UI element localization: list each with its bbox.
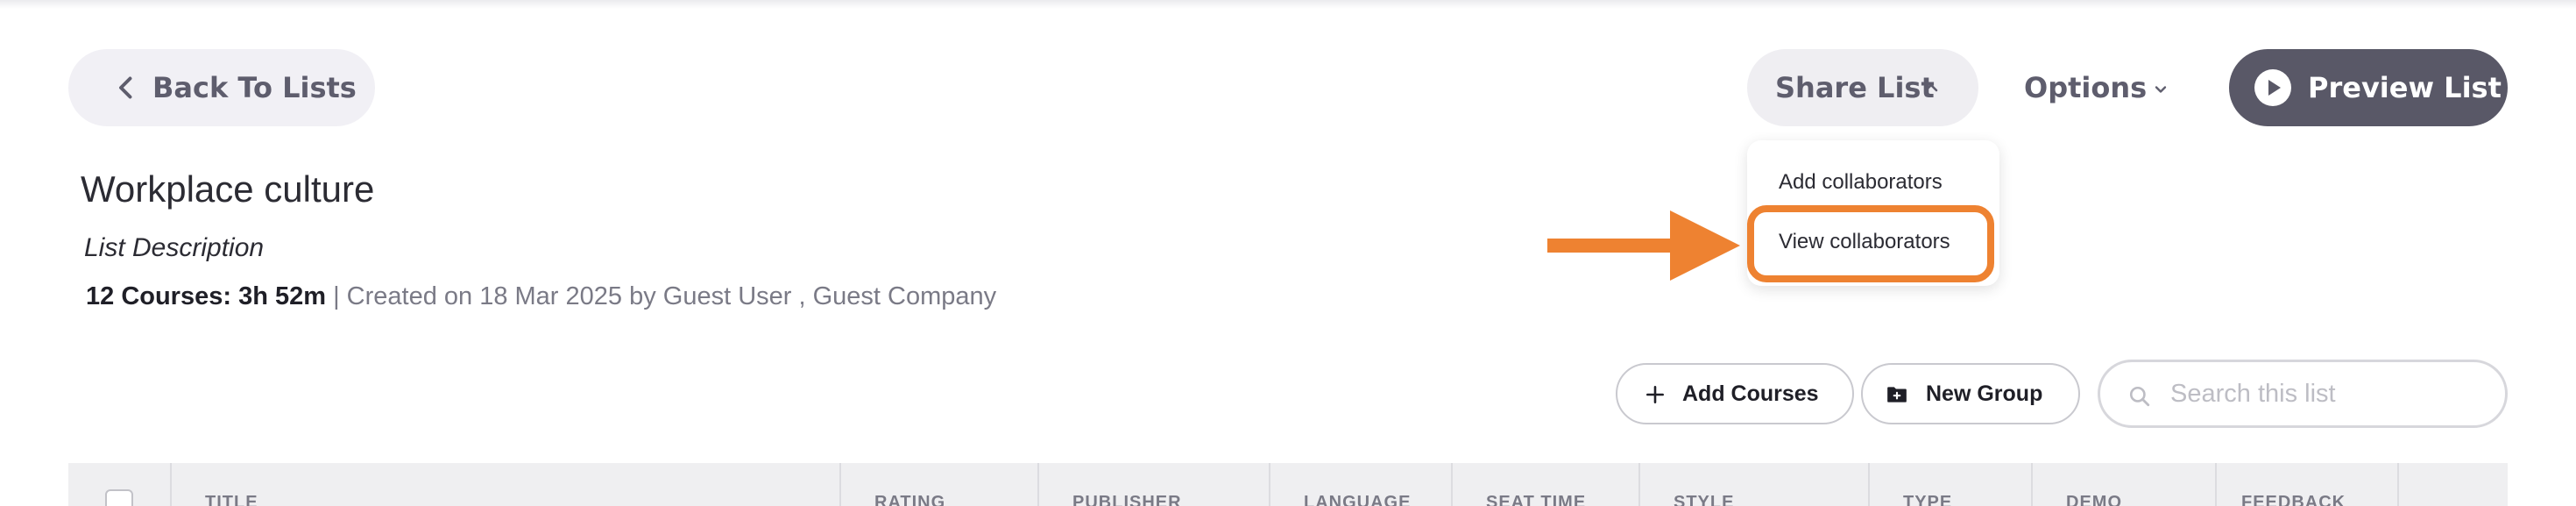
column-separator [1269, 463, 1270, 506]
column-separator [1037, 463, 1039, 506]
preview-list-button[interactable]: Preview List [2229, 49, 2508, 126]
select-all-checkbox[interactable] [105, 489, 133, 506]
options-label: Options [2024, 71, 2148, 104]
search-icon [2129, 386, 2150, 407]
play-icon [2254, 69, 2291, 106]
new-group-button[interactable]: New Group [1861, 363, 2080, 424]
column-separator [1451, 463, 1453, 506]
column-header-language[interactable]: LANGUAGE [1304, 493, 1411, 506]
list-summary: 12 Courses: 3h 52m [86, 282, 327, 310]
list-description: List Description [84, 233, 265, 262]
chevron-left-icon [119, 76, 132, 99]
column-header-style[interactable]: STYLE [1674, 493, 1734, 506]
top-shadow [0, 0, 2576, 9]
column-header-type[interactable]: TYPE [1903, 493, 1952, 506]
column-header-demo[interactable]: DEMO [2066, 493, 2122, 506]
table-header: TITLE RATING PUBLISHER LANGUAGE SEAT TIM… [68, 463, 2508, 506]
column-separator [2397, 463, 2399, 506]
share-list-label: Share List [1775, 71, 1935, 104]
chevron-down-icon [2155, 86, 2167, 93]
column-header-publisher[interactable]: PUBLISHER [1072, 493, 1182, 506]
column-separator [2031, 463, 2033, 506]
menu-item-view-collaborators[interactable]: View collaborators [1779, 230, 1950, 254]
column-separator [839, 463, 841, 506]
menu-item-add-collaborators[interactable]: Add collaborators [1779, 170, 1943, 195]
share-list-button[interactable]: Share List [1747, 49, 1978, 126]
column-header-title[interactable]: TITLE [205, 493, 258, 506]
folder-plus-icon [1887, 387, 1907, 403]
add-courses-label: Add Courses [1682, 381, 1819, 406]
arrow-right-icon [1547, 210, 1740, 281]
column-separator [2215, 463, 2217, 506]
back-to-lists-button[interactable]: Back To Lists [68, 49, 375, 126]
column-header-feedback[interactable]: FEEDBACK [2241, 493, 2346, 506]
options-button[interactable]: Options [2006, 49, 2182, 126]
new-group-label: New Group [1926, 381, 2043, 406]
list-created: | Created on 18 Mar 2025 by Guest User ,… [326, 282, 997, 310]
search-box[interactable] [2098, 360, 2508, 428]
column-separator [1868, 463, 1870, 506]
back-to-lists-label: Back To Lists [152, 71, 357, 104]
preview-list-label: Preview List [2308, 71, 2502, 104]
column-header-seat-time[interactable]: SEAT TIME [1486, 493, 1586, 506]
column-separator [1638, 463, 1640, 506]
column-separator [170, 463, 172, 506]
page-title: Workplace culture [81, 168, 375, 210]
chevron-up-icon [1924, 83, 1938, 92]
plus-icon [1646, 386, 1664, 403]
add-courses-button[interactable]: Add Courses [1616, 363, 1854, 424]
search-input[interactable] [2170, 371, 2486, 417]
column-header-rating[interactable]: RATING [874, 493, 945, 506]
list-meta: 12 Courses: 3h 52m | Created on 18 Mar 2… [86, 282, 996, 311]
